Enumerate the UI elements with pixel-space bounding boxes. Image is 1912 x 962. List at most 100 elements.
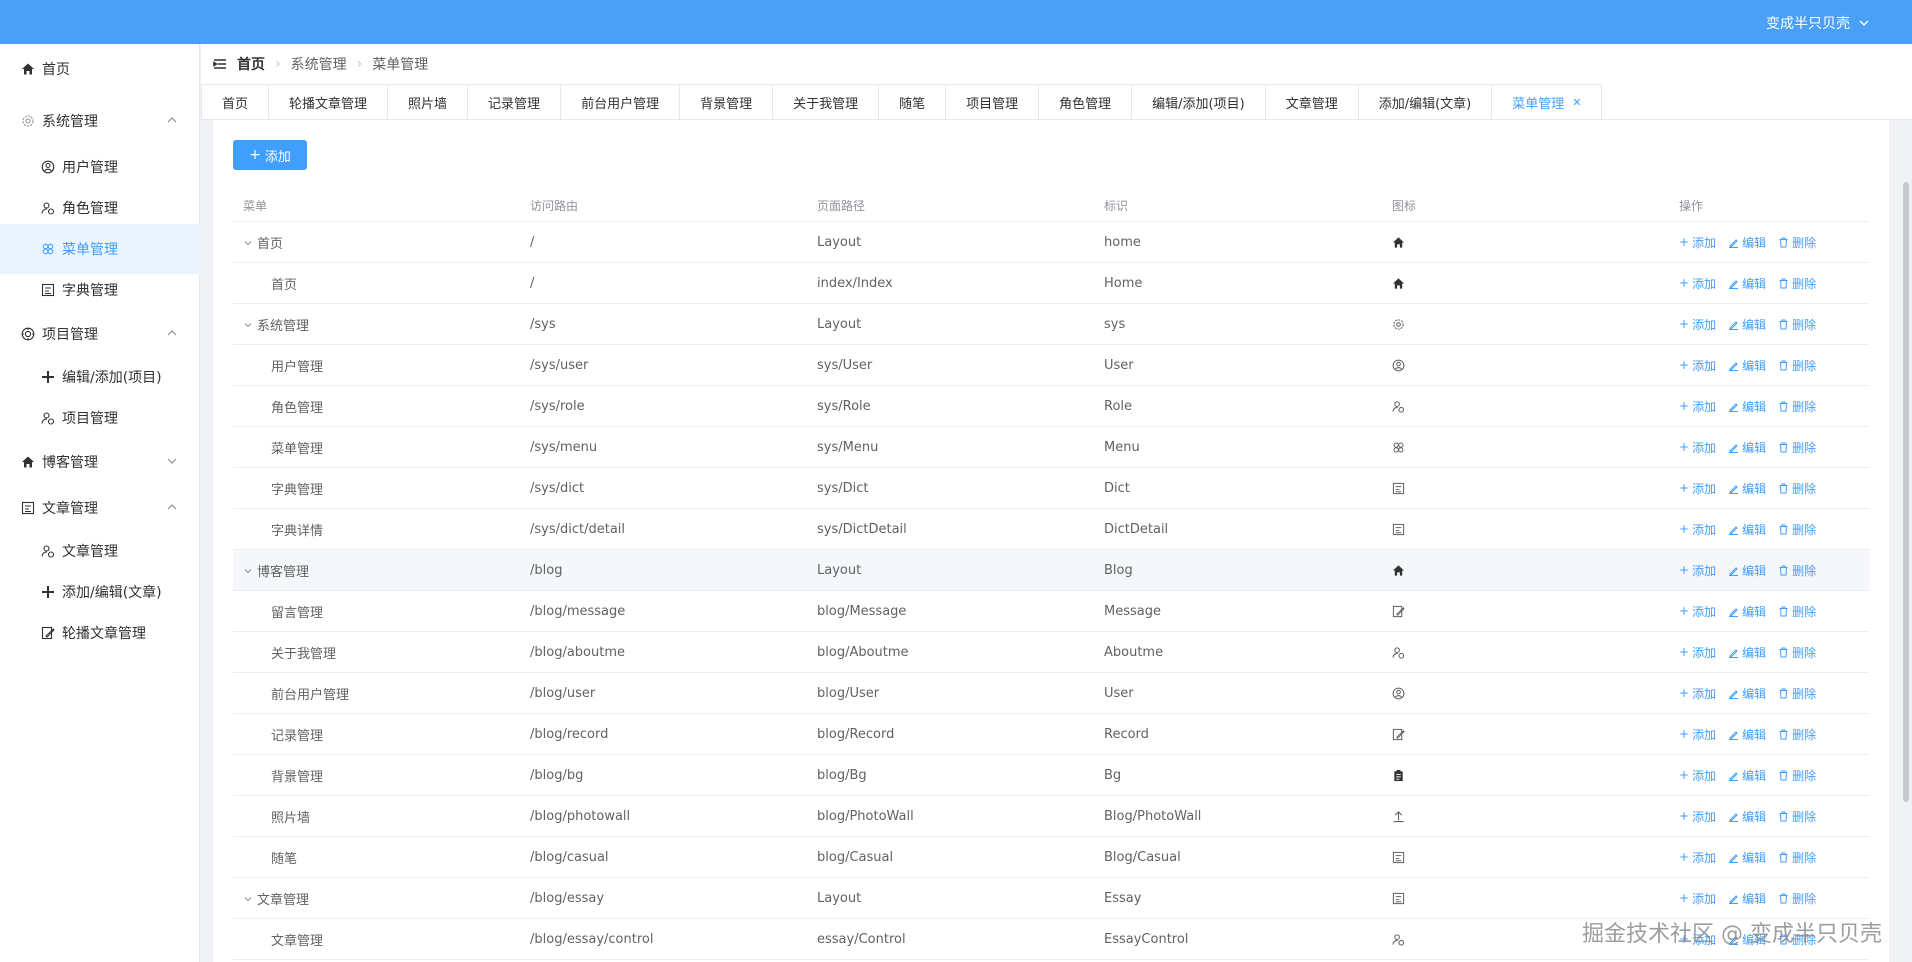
breadcrumb-item[interactable]: 首页 [237,54,265,74]
row-delete-button[interactable]: 删除 [1778,685,1816,702]
tab-6[interactable]: 关于我管理 [772,84,880,120]
collapse-menu-icon[interactable] [213,57,227,71]
row-delete-button[interactable]: 删除 [1778,726,1816,743]
row-delete-button[interactable]: 删除 [1778,357,1816,374]
row-delete-button[interactable]: 删除 [1778,644,1816,661]
row-edit-button[interactable]: 编辑 [1728,439,1766,456]
row-delete-button[interactable]: 删除 [1778,275,1816,292]
tab-8[interactable]: 项目管理 [945,84,1040,120]
row-add-button[interactable]: + 添加 [1679,562,1716,579]
scrollbar-thumb[interactable] [1903,182,1909,802]
row-add-button[interactable]: + 添加 [1679,808,1716,825]
row-edit-button[interactable]: 编辑 [1728,849,1766,866]
tab-2[interactable]: 照片墙 [387,84,469,120]
table-row[interactable]: 系统管理 /sys Layout sys + 添加 编辑 删除 [233,304,1869,345]
row-add-button[interactable]: + 添加 [1679,685,1716,702]
table-row[interactable]: 关于我管理 /blog/aboutme blog/Aboutme Aboutme… [233,632,1869,673]
table-row[interactable]: 记录管理 /blog/record blog/Record Record + 添加… [233,714,1869,755]
row-add-button[interactable]: + 添加 [1679,849,1716,866]
sidebar-item-8[interactable]: 项目管理 [0,393,200,443]
row-add-button[interactable]: + 添加 [1679,316,1716,333]
table-row[interactable]: 背景管理 /blog/bg blog/Bg Bg + 添加 编辑 删除 [233,755,1869,796]
row-edit-button[interactable]: 编辑 [1728,316,1766,333]
row-add-button[interactable]: + 添加 [1679,480,1716,497]
row-add-button[interactable]: + 添加 [1679,521,1716,538]
row-delete-button[interactable]: 删除 [1778,480,1816,497]
row-add-button[interactable]: + 添加 [1679,234,1716,251]
table-row[interactable]: 照片墙 /blog/photowall blog/PhotoWall Blog/… [233,796,1869,837]
tab-10[interactable]: 编辑/添加(项目) [1131,84,1266,120]
table-row[interactable]: 博客管理 /blog Layout Blog + 添加 编辑 删除 [233,550,1869,591]
row-add-button[interactable]: + 添加 [1679,644,1716,661]
row-edit-button[interactable]: 编辑 [1728,398,1766,415]
row-delete-button[interactable]: 删除 [1778,234,1816,251]
sidebar-item-5[interactable]: 字典管理 [0,265,200,315]
row-delete-button[interactable]: 删除 [1778,890,1816,907]
table-row[interactable]: 角色管理 /sys/role sys/Role Role + 添加 编辑 删除 [233,386,1869,427]
row-delete-button[interactable]: 删除 [1778,562,1816,579]
table-row[interactable]: 随笔 /blog/casual blog/Casual Blog/Casual … [233,837,1869,878]
row-add-button[interactable]: + 添加 [1679,398,1716,415]
tab-3[interactable]: 记录管理 [467,84,562,120]
row-delete-button[interactable]: 删除 [1778,603,1816,620]
sidebar-item-9[interactable]: 博客管理 [0,437,200,487]
user-menu[interactable]: 变成半只贝壳 [1766,13,1870,33]
tab-13[interactable]: 菜单管理 ✕ [1491,84,1603,120]
tab-0[interactable]: 首页 [201,84,270,120]
row-add-button[interactable]: + 添加 [1679,767,1716,784]
table-row[interactable]: 文章管理 /blog/essay Layout Essay + 添加 编辑 删除 [233,878,1869,919]
row-edit-button[interactable]: 编辑 [1728,726,1766,743]
table-row[interactable]: 留言管理 /blog/message blog/Message Message … [233,591,1869,632]
row-edit-button[interactable]: 编辑 [1728,480,1766,497]
row-edit-button[interactable]: 编辑 [1728,275,1766,292]
row-add-button[interactable]: + 添加 [1679,439,1716,456]
scrollbar[interactable] [1900,120,1912,962]
row-delete-button[interactable]: 删除 [1778,849,1816,866]
sidebar-item-13[interactable]: 轮播文章管理 [0,608,200,658]
tab-1[interactable]: 轮播文章管理 [268,84,389,120]
add-button[interactable]: + 添加 [233,140,307,170]
row-add-button[interactable]: + 添加 [1679,603,1716,620]
row-edit-button[interactable]: 编辑 [1728,808,1766,825]
breadcrumb-item[interactable]: 系统管理 [291,54,347,74]
tab-7[interactable]: 随笔 [878,84,947,120]
close-icon[interactable]: ✕ [1572,96,1581,109]
table-row[interactable]: 字典详情 /sys/dict/detail sys/DictDetail Dic… [233,509,1869,550]
row-add-button[interactable]: + 添加 [1679,275,1716,292]
table-row[interactable]: 菜单管理 /sys/menu sys/Menu Menu + 添加 编辑 删除 [233,427,1869,468]
row-add-button[interactable]: + 添加 [1679,357,1716,374]
table-row[interactable]: 首页 / Layout home + 添加 编辑 删除 [233,222,1869,263]
tab-11[interactable]: 文章管理 [1264,84,1359,120]
table-row[interactable]: 前台用户管理 /blog/user blog/User User + 添加 编辑 … [233,673,1869,714]
row-edit-button[interactable]: 编辑 [1728,562,1766,579]
row-delete-button[interactable]: 删除 [1778,316,1816,333]
row-edit-button[interactable]: 编辑 [1728,234,1766,251]
expand-toggle-icon[interactable] [243,237,257,252]
expand-toggle-icon[interactable] [243,893,257,908]
row-edit-button[interactable]: 编辑 [1728,644,1766,661]
row-add-button[interactable]: + 添加 [1679,890,1716,907]
table-row[interactable]: 首页 / index/Index Home + 添加 编辑 删除 [233,263,1869,304]
row-edit-button[interactable]: 编辑 [1728,357,1766,374]
tab-4[interactable]: 前台用户管理 [560,84,681,120]
tab-12[interactable]: 添加/编辑(文章) [1357,84,1493,120]
sidebar-item-1[interactable]: 系统管理 [0,96,200,146]
row-add-button[interactable]: + 添加 [1679,726,1716,743]
row-edit-button[interactable]: 编辑 [1728,685,1766,702]
row-delete-button[interactable]: 删除 [1778,439,1816,456]
row-delete-button[interactable]: 删除 [1778,767,1816,784]
tab-9[interactable]: 角色管理 [1038,84,1133,120]
table-row[interactable]: 字典管理 /sys/dict sys/Dict Dict + 添加 编辑 删除 [233,468,1869,509]
row-delete-button[interactable]: 删除 [1778,521,1816,538]
row-edit-button[interactable]: 编辑 [1728,603,1766,620]
row-edit-button[interactable]: 编辑 [1728,521,1766,538]
row-edit-button[interactable]: 编辑 [1728,767,1766,784]
row-delete-button[interactable]: 删除 [1778,398,1816,415]
tab-5[interactable]: 背景管理 [679,84,774,120]
row-edit-button[interactable]: 编辑 [1728,890,1766,907]
table-row[interactable]: 用户管理 /sys/user sys/User User + 添加 编辑 删除 [233,345,1869,386]
expand-toggle-icon[interactable] [243,565,257,580]
row-delete-button[interactable]: 删除 [1778,808,1816,825]
expand-toggle-icon[interactable] [243,319,257,334]
sidebar-item-0[interactable]: 首页 [0,44,200,94]
